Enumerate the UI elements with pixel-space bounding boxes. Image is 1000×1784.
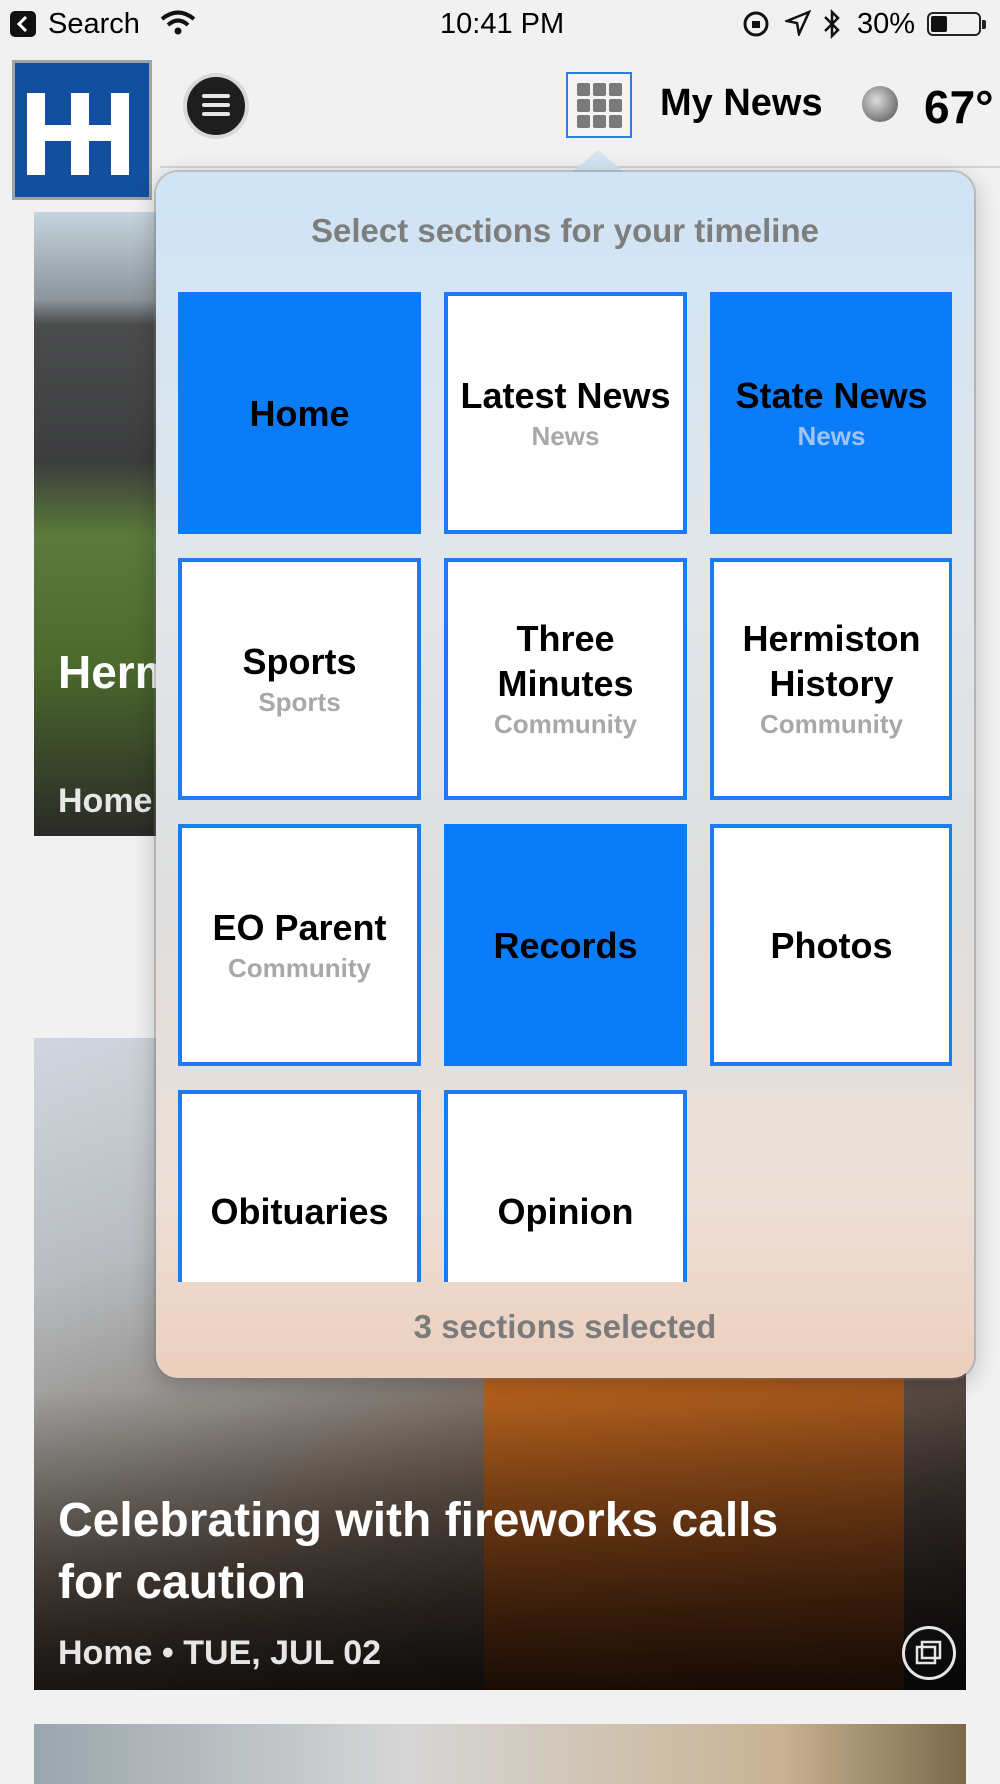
section-name: Three Minutes — [497, 618, 634, 704]
section-tile-latest-news[interactable]: Latest News News — [444, 292, 687, 534]
section-tile-three-minutes[interactable]: Three Minutes Community — [444, 558, 687, 800]
section-tile-photos[interactable]: Photos — [710, 824, 952, 1066]
section-tiles-grid: Home Latest News News State News News Sports S… — [178, 292, 952, 1282]
moon-icon — [862, 86, 898, 122]
bluetooth-icon — [822, 8, 842, 48]
section-name: Latest News — [460, 374, 671, 416]
story-card-meta: Home — [58, 782, 153, 820]
section-tile-state-news[interactable]: State News News — [710, 292, 952, 534]
back-to-search-link[interactable]: Search — [48, 8, 140, 41]
section-tile-opinion[interactable]: Opinion — [444, 1090, 687, 1282]
section-name: Hermiston History — [742, 618, 921, 704]
section-name: Obituaries — [210, 1190, 389, 1232]
section-category: Sports — [258, 686, 341, 717]
section-category: News — [531, 420, 600, 451]
gallery-icon[interactable] — [902, 1626, 956, 1680]
popover-arrow — [570, 150, 626, 174]
section-name: Records — [493, 924, 638, 966]
wifi-icon — [160, 10, 196, 44]
story-card-meta: Home • TUE, JUL 02 — [58, 1634, 382, 1672]
section-tile-obituaries[interactable]: Obituaries — [178, 1090, 421, 1282]
section-tile-records[interactable]: Records — [444, 824, 687, 1066]
section-name: Opinion — [497, 1190, 634, 1232]
section-category: News — [797, 420, 866, 451]
section-name: Sports — [242, 640, 357, 682]
back-arrow-icon[interactable] — [10, 11, 36, 37]
story-card-image[interactable] — [34, 1724, 966, 1784]
section-tile-hermiston-history[interactable]: Hermiston History Community — [710, 558, 952, 800]
popover-title: Select sections for your timeline — [311, 212, 819, 249]
battery-percent: 30% — [857, 8, 916, 40]
section-name: State News — [735, 374, 928, 416]
story-card-title[interactable]: Celebrating with fireworks calls for cau… — [58, 1490, 818, 1614]
app-logo[interactable] — [12, 60, 152, 200]
section-tile-eo-parent[interactable]: EO Parent Community — [178, 824, 421, 1066]
section-category: Community — [760, 709, 903, 739]
temperature[interactable]: 67° — [924, 80, 994, 134]
battery-icon — [927, 12, 986, 36]
section-name: EO Parent — [212, 906, 387, 948]
rotation-lock-icon — [742, 10, 770, 46]
location-arrow-icon — [782, 9, 812, 44]
selection-count: 3 sections selected — [413, 1308, 717, 1345]
section-category: Community — [494, 709, 637, 739]
story-card-image[interactable] — [34, 212, 164, 836]
section-name: Photos — [770, 924, 893, 966]
hamburger-menu-button[interactable] — [183, 73, 249, 139]
status-time: 10:41 PM — [440, 8, 565, 40]
sections-grid-button[interactable] — [566, 72, 632, 138]
section-category: Community — [228, 952, 371, 983]
section-picker-popover: Select sections for your timeline Home La… — [156, 172, 974, 1378]
my-news-title[interactable]: My News — [660, 82, 823, 125]
status-bar: Search 10:41 PM 30% — [0, 0, 1000, 50]
section-name: Home — [249, 392, 350, 434]
section-tile-sports[interactable]: Sports Sports — [178, 558, 421, 800]
section-tile-home[interactable]: Home — [178, 292, 421, 534]
